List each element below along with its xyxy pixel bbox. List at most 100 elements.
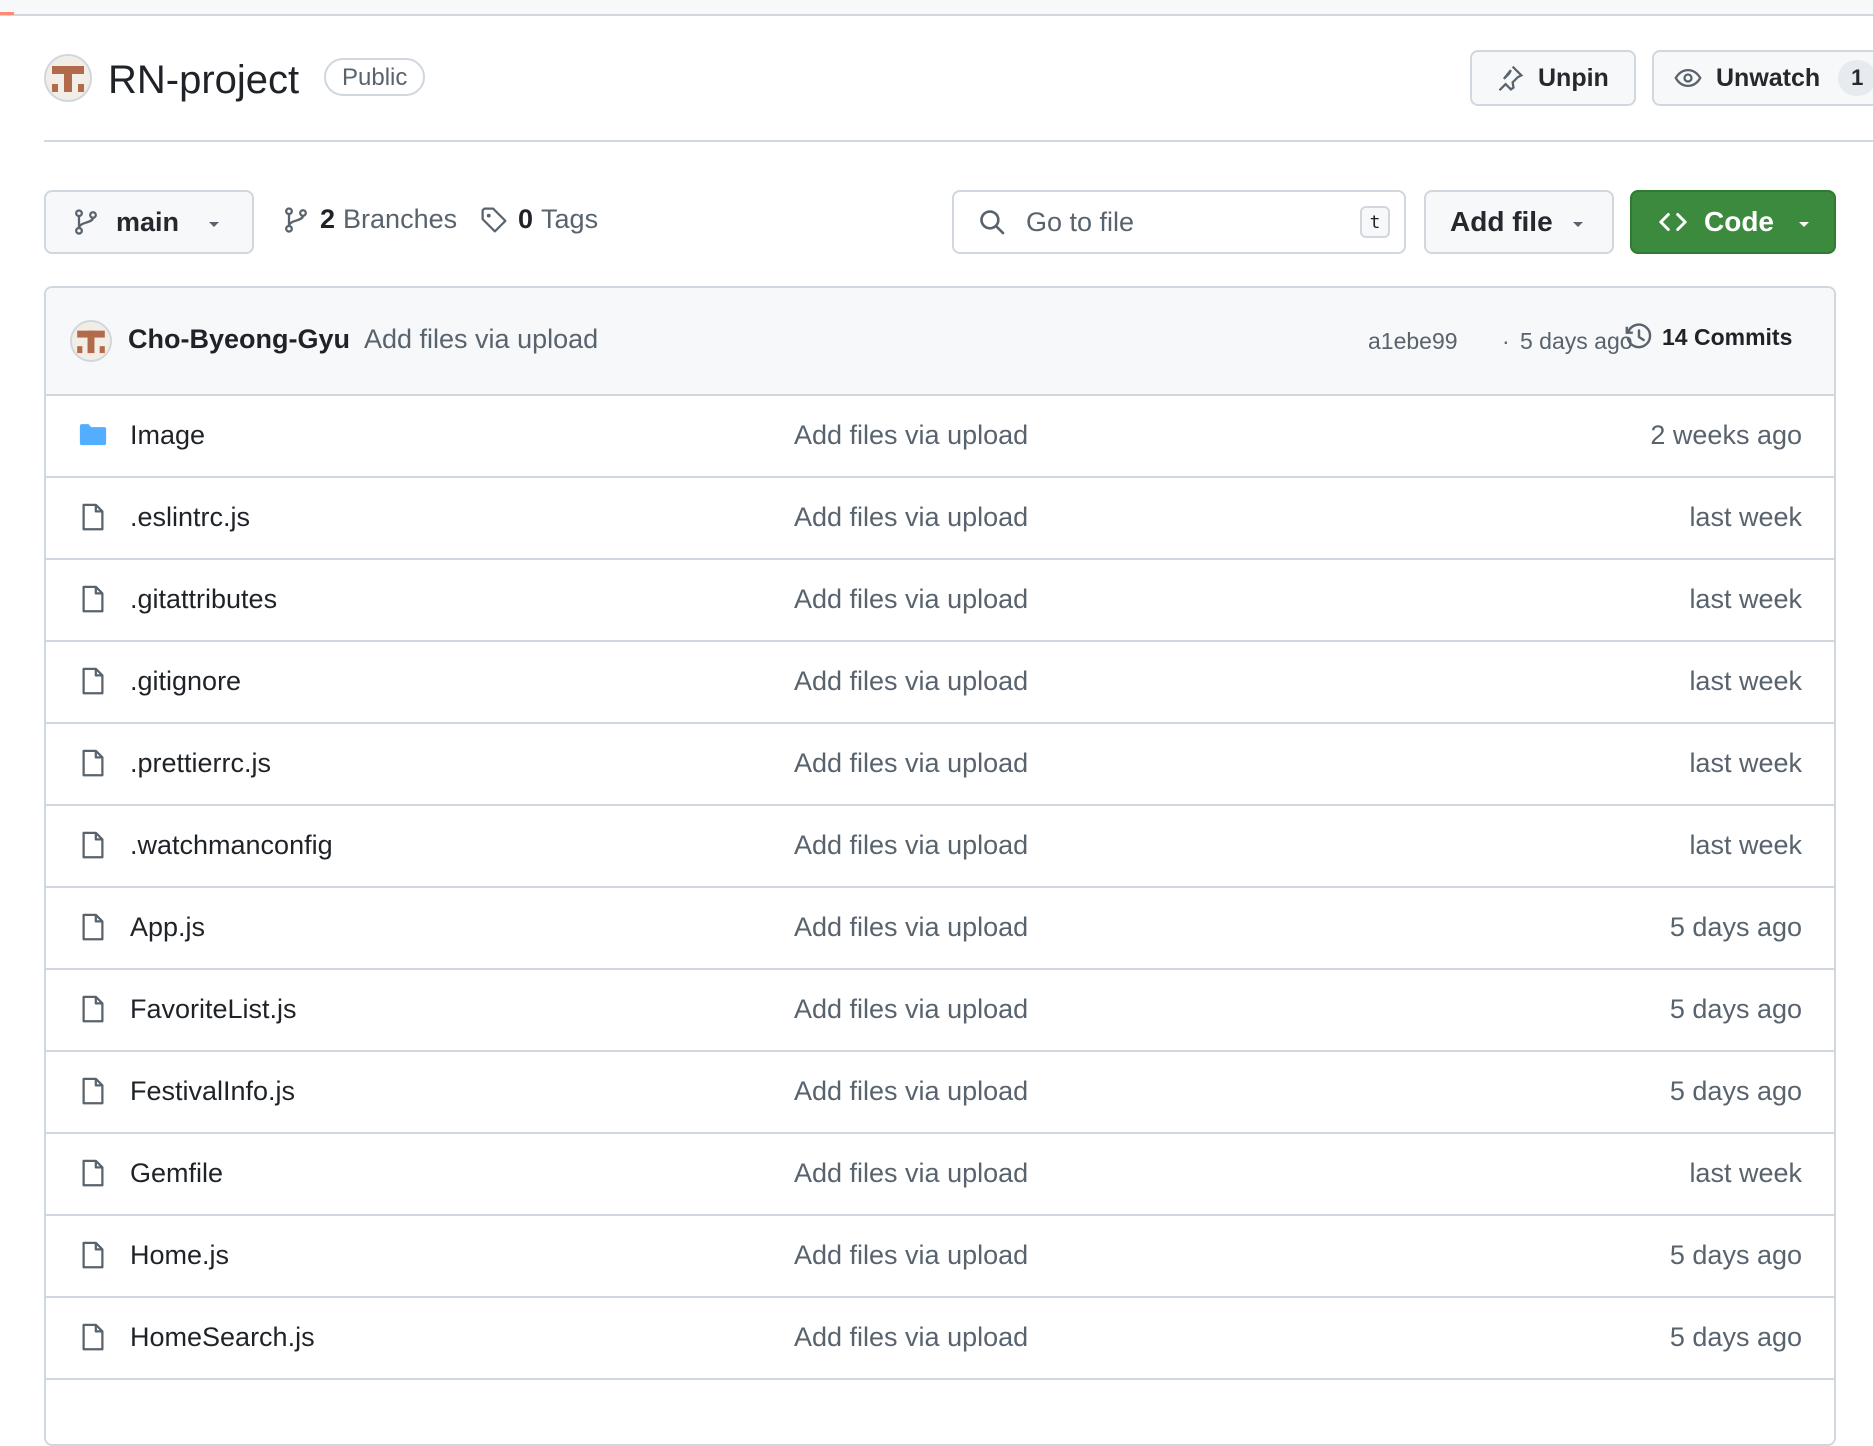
history-icon — [1625, 323, 1652, 349]
add-file-label: Add file — [1450, 206, 1553, 237]
eye-icon — [1674, 68, 1702, 88]
watch-count: 1 — [1838, 60, 1873, 96]
file-commit-message[interactable]: Add files via upload — [794, 1076, 1028, 1107]
tag-icon — [481, 206, 507, 233]
file-icon — [78, 912, 108, 947]
branches-link[interactable]: 2 Branches — [282, 204, 457, 235]
file-table: Cho-Byeong-Gyu Add files via upload a1eb… — [44, 286, 1836, 1446]
file-row[interactable]: .eslintrc.js Add files via upload last wee… — [46, 478, 1834, 560]
file-commit-time: 5 days ago — [1669, 912, 1802, 942]
latest-commit-bar: Cho-Byeong-Gyu Add files via upload a1eb… — [46, 288, 1834, 396]
owner-avatar[interactable] — [44, 54, 92, 102]
git-branch-icon — [285, 206, 307, 233]
file-row[interactable]: Image Add files via upload 2 weeks ago — [46, 396, 1834, 478]
file-row[interactable]: App.js Add files via upload 5 days ago — [46, 888, 1834, 970]
file-icon — [78, 502, 108, 537]
file-commit-time: last week — [1689, 584, 1802, 614]
file-name-link[interactable]: Home.js — [130, 1240, 229, 1271]
file-name-link[interactable]: .gitignore — [130, 666, 241, 697]
file-commit-time: last week — [1689, 1158, 1802, 1188]
file-commit-time: last week — [1689, 830, 1802, 860]
commit-hash[interactable]: a1ebe99 — [1368, 328, 1458, 355]
commit-author[interactable]: Cho-Byeong-Gyu — [128, 324, 350, 355]
branch-name: main — [116, 206, 180, 237]
file-name-link[interactable]: Image — [130, 420, 205, 451]
commit-time: 5 days ago — [1520, 328, 1633, 354]
search-input[interactable] — [1024, 205, 1348, 239]
file-row[interactable]: .prettierrc.js Add files via upload last w… — [46, 724, 1834, 806]
file-name-link[interactable]: App.js — [130, 912, 205, 943]
file-commit-time: 5 days ago — [1669, 994, 1802, 1024]
tags-label: Tags — [541, 204, 599, 234]
file-row[interactable]: Gemfile Add files via upload last week — [46, 1134, 1834, 1216]
caret-down-icon — [209, 222, 219, 227]
file-row[interactable]: FavoriteList.js Add files via upload 5 day… — [46, 970, 1834, 1052]
global-topbar — [0, 0, 1873, 16]
file-name-link[interactable]: HomeSearch.js — [130, 1322, 315, 1353]
file-commit-message[interactable]: Add files via upload — [794, 912, 1028, 943]
file-commit-time: last week — [1689, 502, 1802, 532]
file-commit-time: 5 days ago — [1669, 1240, 1802, 1270]
caret-down-icon — [1799, 222, 1809, 227]
visibility-badge: Public — [324, 58, 426, 96]
file-commit-time: last week — [1689, 666, 1802, 696]
branch-selector[interactable]: main — [44, 190, 254, 254]
file-commit-message[interactable]: Add files via upload — [794, 994, 1028, 1025]
go-to-file-search[interactable]: t — [952, 190, 1406, 254]
branches-label: Branches — [343, 204, 458, 234]
tags-link[interactable]: 0 Tags — [480, 204, 598, 235]
unwatch-button[interactable]: Unwatch 1 — [1652, 50, 1873, 106]
file-row[interactable]: FestivalInfo.js Add files via upload 5 day… — [46, 1052, 1834, 1134]
file-icon — [78, 1240, 108, 1275]
file-name-link[interactable]: Gemfile — [130, 1158, 223, 1189]
repo-name[interactable]: RN-project — [108, 56, 299, 104]
file-commit-time: 5 days ago — [1669, 1076, 1802, 1106]
folder-icon — [78, 420, 108, 455]
commit-author-avatar[interactable] — [70, 320, 112, 362]
file-name-link[interactable]: .eslintrc.js — [130, 502, 250, 533]
file-name-link[interactable]: .prettierrc.js — [130, 748, 271, 779]
file-commit-message[interactable]: Add files via upload — [794, 666, 1028, 697]
commits-link[interactable]: 14 Commits — [1624, 322, 1792, 352]
file-name-link[interactable]: FestivalInfo.js — [130, 1076, 295, 1107]
file-commit-time: 5 days ago — [1669, 1322, 1802, 1352]
file-commit-message[interactable]: Add files via upload — [794, 420, 1028, 451]
file-commit-message[interactable]: Add files via upload — [794, 1322, 1028, 1353]
add-file-button[interactable]: Add file — [1424, 190, 1614, 254]
file-row[interactable]: .gitignore Add files via upload last week — [46, 642, 1834, 724]
file-row[interactable]: Home.js Add files via upload 5 days ago — [46, 1216, 1834, 1298]
pin-icon — [1498, 65, 1524, 92]
file-commit-message[interactable]: Add files via upload — [794, 584, 1028, 615]
file-commit-message[interactable]: Add files via upload — [794, 1158, 1028, 1189]
file-icon — [78, 1158, 108, 1193]
git-branch-icon — [75, 209, 97, 235]
file-name-link[interactable]: FavoriteList.js — [130, 994, 297, 1025]
file-icon — [78, 830, 108, 865]
commit-message[interactable]: Add files via upload — [364, 324, 598, 355]
branches-count: 2 — [320, 204, 336, 234]
code-icon — [1659, 213, 1687, 231]
commits-label: 14 Commits — [1662, 323, 1793, 350]
tags-count: 0 — [518, 204, 534, 234]
unpin-label: Unpin — [1538, 63, 1609, 92]
file-name-link[interactable]: .gitattributes — [130, 584, 277, 615]
file-list: Image Add files via upload 2 weeks ago .esl… — [46, 396, 1834, 1380]
file-icon — [78, 666, 108, 701]
file-icon — [78, 748, 108, 783]
file-name-link[interactable]: .watchmanconfig — [130, 830, 333, 861]
file-icon — [78, 1322, 108, 1357]
file-commit-message[interactable]: Add files via upload — [794, 502, 1028, 533]
identicon-icon — [72, 322, 110, 360]
unpin-button[interactable]: Unpin — [1470, 50, 1636, 106]
file-row[interactable]: .gitattributes Add files via upload last w… — [46, 560, 1834, 642]
file-commit-message[interactable]: Add files via upload — [794, 748, 1028, 779]
file-row[interactable]: .watchmanconfig Add files via upload last … — [46, 806, 1834, 888]
file-commit-message[interactable]: Add files via upload — [794, 1240, 1028, 1271]
file-row[interactable]: HomeSearch.js Add files via upload 5 days … — [46, 1298, 1834, 1380]
repo-header: RN-project Public Unpin Unwatch 1 — [44, 50, 1873, 110]
code-button[interactable]: Code — [1630, 190, 1836, 254]
commit-separator: · — [1502, 328, 1510, 354]
file-icon — [78, 584, 108, 619]
identicon-icon — [46, 56, 90, 100]
file-commit-message[interactable]: Add files via upload — [794, 830, 1028, 861]
